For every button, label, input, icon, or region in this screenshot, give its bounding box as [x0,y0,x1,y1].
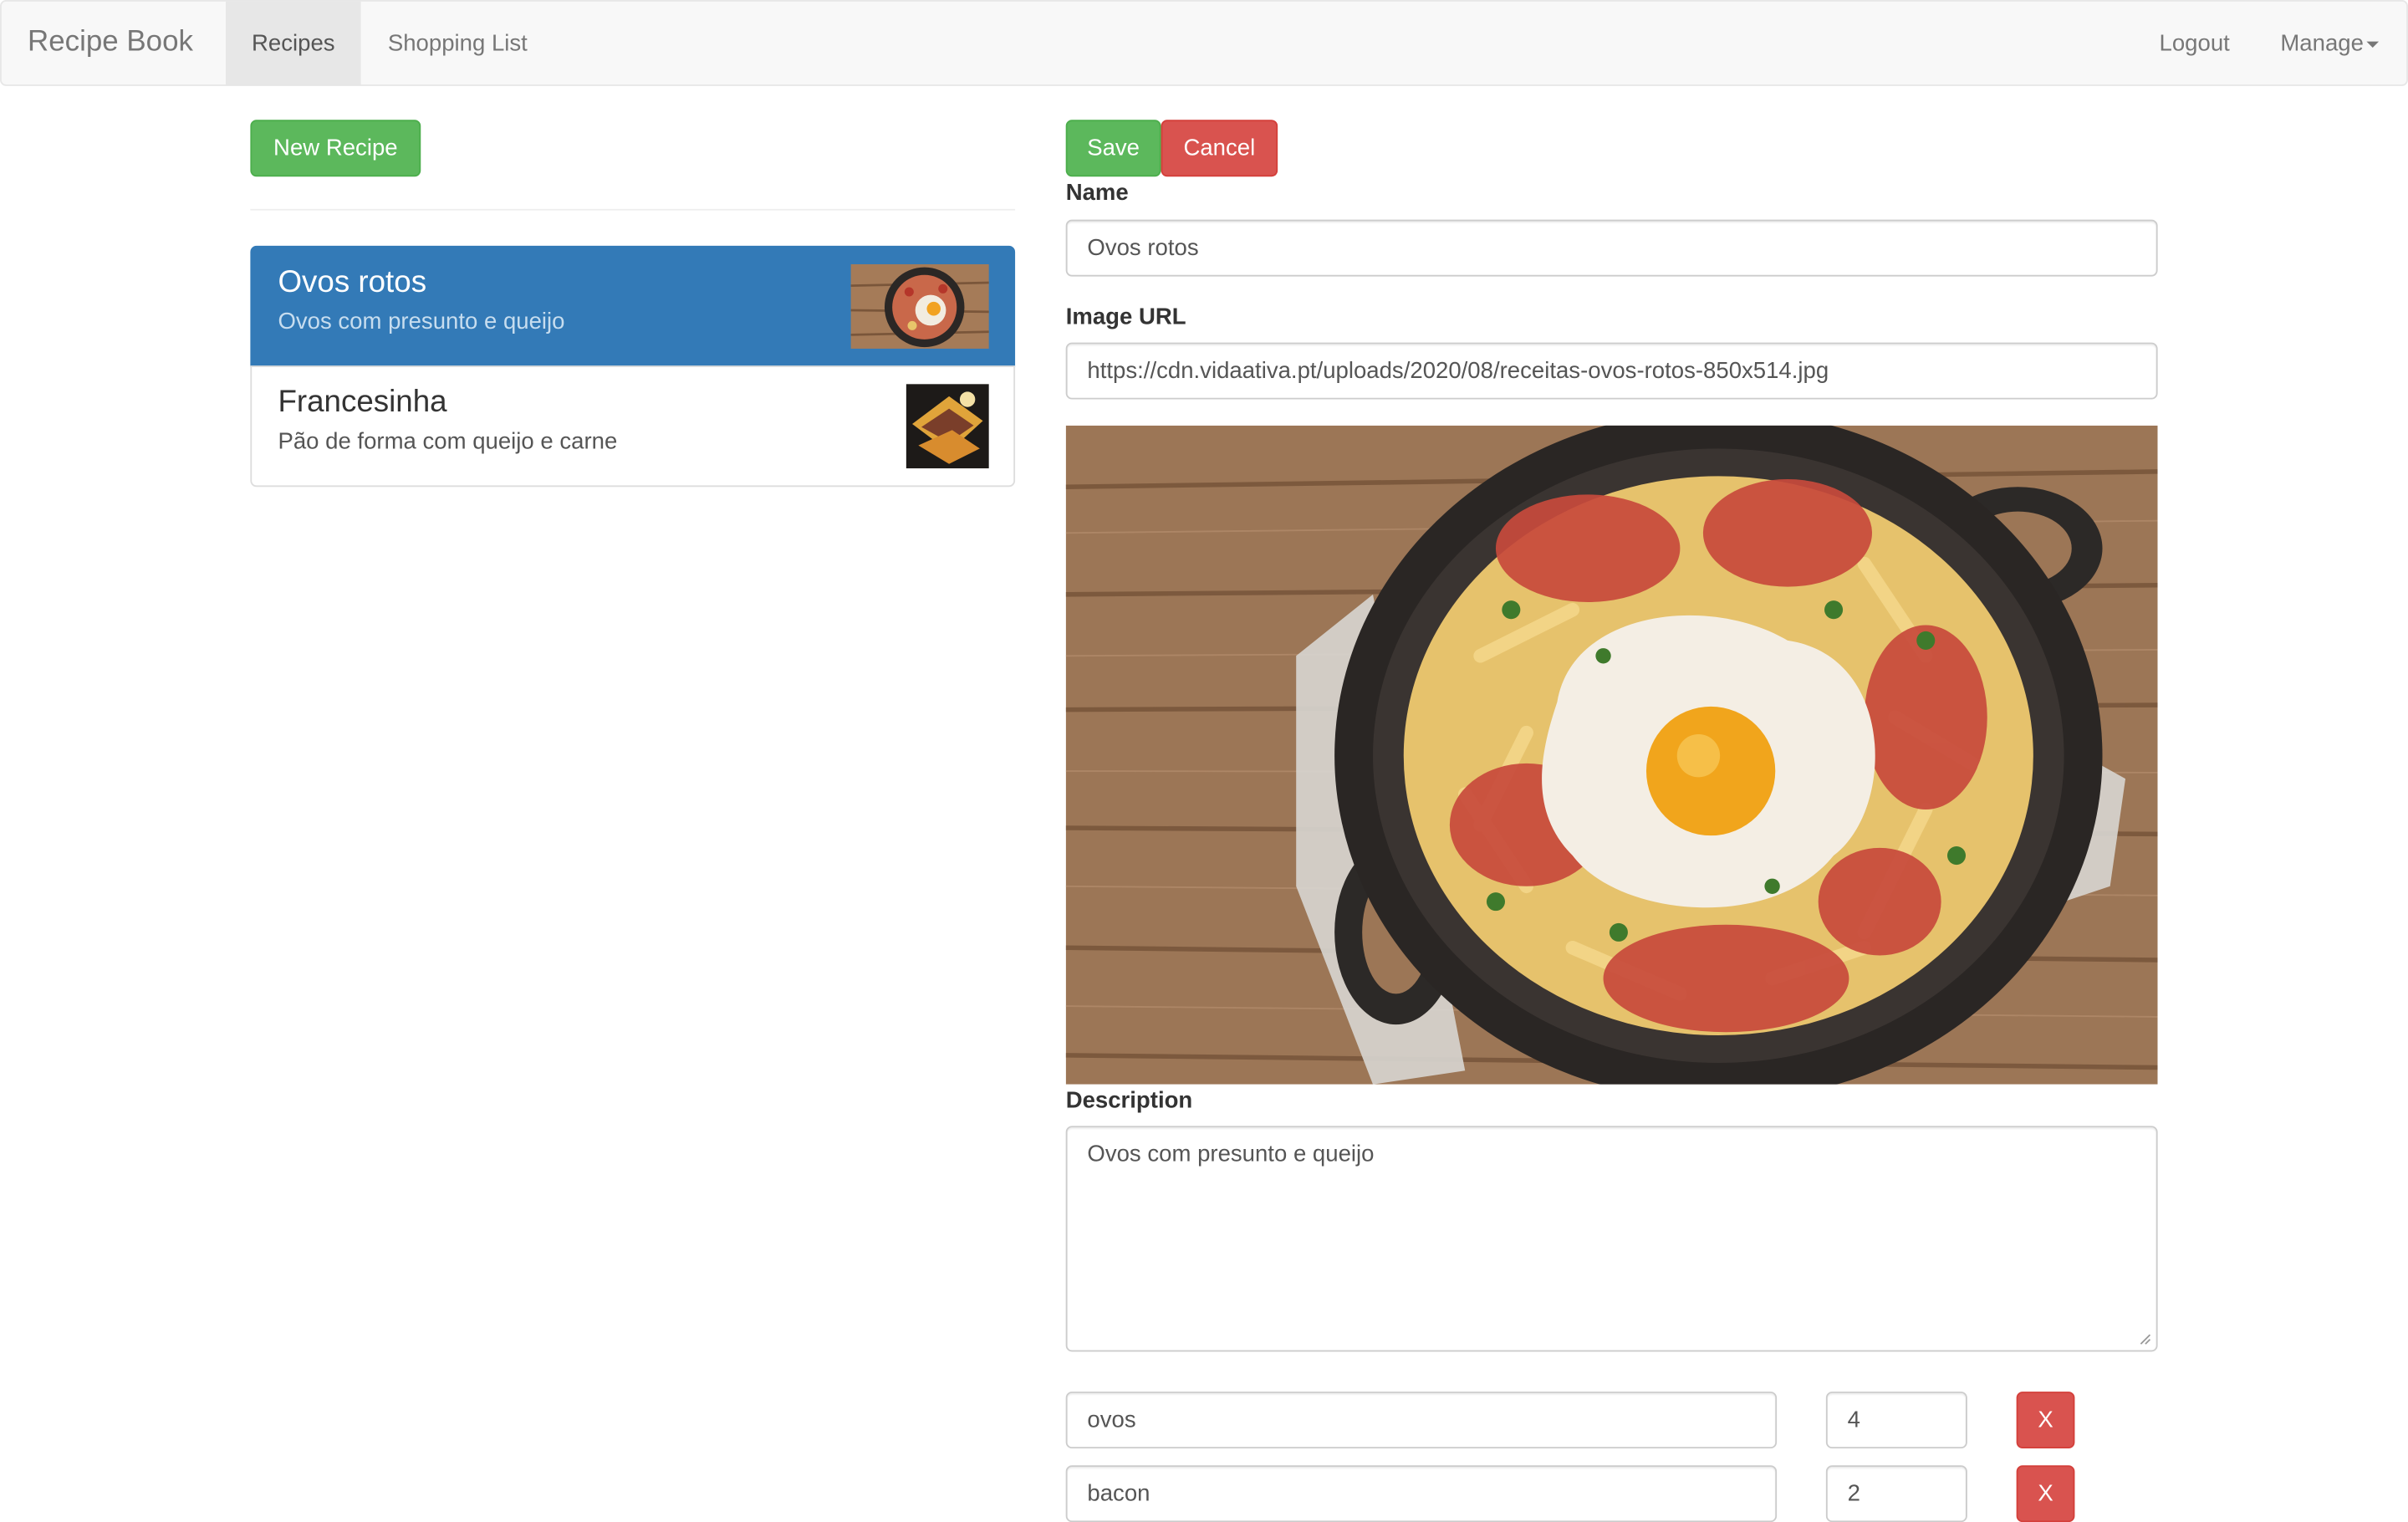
description-text: Ovos com presunto e queijo [1087,1141,1375,1167]
nav-shopping-list[interactable]: Shopping List [361,2,554,84]
name-input[interactable]: Ovos rotos [1065,219,2158,277]
manage-dropdown[interactable]: Manage [2256,2,2403,84]
ingredient-amount-input[interactable]: 4 [1825,1392,1967,1449]
divider [250,208,1016,211]
save-button[interactable]: Save [1065,120,1161,177]
resize-handle-icon[interactable] [2140,1333,2152,1346]
recipe-thumbnail [850,263,989,349]
image-url-label: Image URL [1065,304,1186,330]
new-recipe-button[interactable]: New Recipe [250,120,421,177]
recipe-item-title: Francesinha [278,386,447,420]
nav-recipes[interactable]: Recipes [226,1,361,85]
ingredient-amount-input[interactable]: 2 [1825,1465,1967,1522]
ingredient-name-input[interactable]: ovos [1065,1392,1778,1449]
remove-ingredient-button[interactable]: X [2016,1465,2075,1522]
manage-label: Manage [2280,30,2364,57]
logout-link[interactable]: Logout [2133,2,2256,84]
name-label: Name [1065,179,1129,207]
recipe-item-description: Ovos com presunto e queijo [278,309,565,335]
description-textarea[interactable]: Ovos com presunto e queijo [1065,1126,2158,1352]
cancel-button[interactable]: Cancel [1161,120,1278,177]
recipe-item-description: Pão de forma com queijo e carne [278,428,618,455]
ingredient-name-input[interactable]: bacon [1065,1465,1778,1522]
recipe-image [1065,425,2158,1085]
description-label: Description [1065,1087,1193,1114]
recipe-item-francesinha[interactable]: Francesinha Pão de forma com queijo e ca… [250,365,1016,488]
remove-ingredient-button[interactable]: X [2016,1392,2075,1449]
recipe-item-title: Ovos rotos [278,265,427,300]
recipe-thumbnail [906,384,989,469]
caret-down-icon [2366,41,2380,48]
brand-link[interactable]: Recipe Book [28,26,193,59]
image-url-input[interactable]: https://cdn.vidaativa.pt/uploads/2020/08… [1065,342,2158,400]
recipe-item-ovos-rotos[interactable]: Ovos rotos Ovos com presunto e queijo [250,245,1016,367]
navbar: Recipe Book Recipes Shopping List Logout… [0,0,2408,86]
